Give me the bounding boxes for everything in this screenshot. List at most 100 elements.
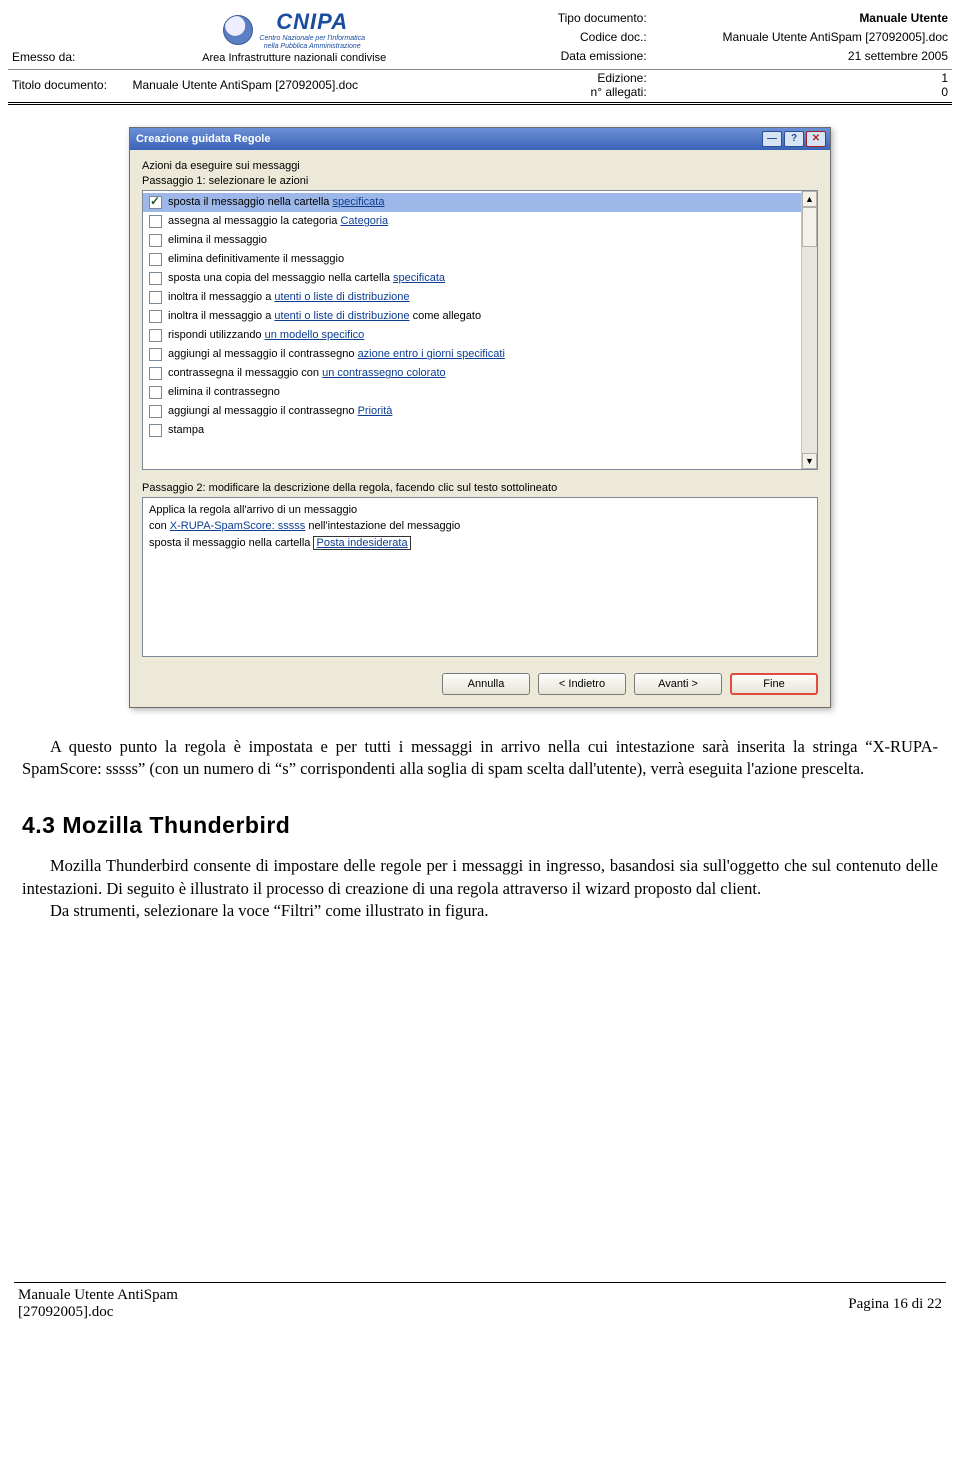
actions-listbox[interactable]: sposta il messaggio nella cartella speci… xyxy=(142,190,818,470)
action-item[interactable]: elimina il contrassegno xyxy=(143,383,801,402)
action-item-text: elimina il contrassegno xyxy=(168,386,280,398)
action-item-text: contrassegna il messaggio con un contras… xyxy=(168,367,446,379)
action-item-text: stampa xyxy=(168,424,204,436)
rule-description-box[interactable]: Applica la regola all'arrivo di un messa… xyxy=(142,497,818,657)
logo-title: CNIPA xyxy=(276,9,348,34)
paragraph-2: Mozilla Thunderbird consente di impostar… xyxy=(22,855,938,900)
action-item-text: elimina definitivamente il messaggio xyxy=(168,253,344,265)
action-item-text: inoltra il messaggio a utenti o liste di… xyxy=(168,310,481,322)
help-button[interactable]: ? xyxy=(784,131,804,147)
checkbox[interactable] xyxy=(149,424,162,437)
heading-4-3: 4.3 Mozilla Thunderbird xyxy=(22,810,938,841)
footer-left-1: Manuale Utente AntiSpam xyxy=(18,1287,178,1304)
logo-sub2: nella Pubblica Amministrazione xyxy=(259,43,365,51)
finish-button[interactable]: Fine xyxy=(730,673,818,695)
action-item[interactable]: elimina definitivamente il messaggio xyxy=(143,250,801,269)
action-item-link[interactable]: Categoria xyxy=(340,215,388,227)
action-item-link[interactable]: specificata xyxy=(332,196,384,208)
paragraph-3: Da strumenti, selezionare la voce “Filtr… xyxy=(22,900,938,922)
data-emissione-label: Data emissione: xyxy=(460,46,651,65)
checkbox[interactable] xyxy=(149,405,162,418)
action-item[interactable]: rispondi utilizzando un modello specific… xyxy=(143,326,801,345)
scroll-up-button[interactable]: ▲ xyxy=(802,191,817,207)
checkbox[interactable] xyxy=(149,386,162,399)
checkbox[interactable] xyxy=(149,272,162,285)
back-button[interactable]: < Indietro xyxy=(538,673,626,695)
allegati-label: n° allegati: xyxy=(464,85,647,99)
rules-wizard-dialog: Creazione guidata Regole — ? ✕ Azioni da… xyxy=(129,127,831,708)
action-item-text: sposta il messaggio nella cartella speci… xyxy=(168,196,384,208)
checkbox[interactable] xyxy=(149,329,162,342)
codice-doc-value: Manuale Utente AntiSpam [27092005].doc xyxy=(651,27,952,46)
desc-line-1: Applica la regola all'arrivo di un messa… xyxy=(149,502,811,519)
scroll-down-button[interactable]: ▼ xyxy=(802,453,817,469)
desc-line-3: sposta il messaggio nella cartella Posta… xyxy=(149,535,811,552)
action-item-link[interactable]: un contrassegno colorato xyxy=(322,367,446,379)
scrollbar[interactable]: ▲ ▼ xyxy=(801,191,817,469)
dialog-title: Creazione guidata Regole xyxy=(136,133,760,145)
action-item[interactable]: assegna al messaggio la categoria Catego… xyxy=(143,212,801,231)
step2-label: Passaggio 2: modificare la descrizione d… xyxy=(142,482,818,494)
desc-link-header[interactable]: X-RUPA-SpamScore: sssss xyxy=(170,520,306,532)
paragraph-1: A questo punto la regola è impostata e p… xyxy=(22,736,938,781)
tipo-documento-value: Manuale Utente xyxy=(651,8,952,27)
titolo-documento-label: Titolo documento: xyxy=(8,69,129,100)
edizione-value: 1 xyxy=(655,71,948,85)
tipo-documento-label: Tipo documento: xyxy=(460,8,651,27)
action-item-link[interactable]: Priorità xyxy=(358,405,393,417)
checkbox[interactable] xyxy=(149,196,162,209)
action-item-text: inoltra il messaggio a utenti o liste di… xyxy=(168,291,410,303)
action-item[interactable]: contrassegna il messaggio con un contras… xyxy=(143,364,801,383)
desc-line-2: con X-RUPA-SpamScore: sssss nell'intesta… xyxy=(149,518,811,535)
checkbox[interactable] xyxy=(149,234,162,247)
minimize-button[interactable]: — xyxy=(762,131,782,147)
action-item[interactable]: aggiungi al messaggio il contrassegno az… xyxy=(143,345,801,364)
checkbox[interactable] xyxy=(149,367,162,380)
checkbox[interactable] xyxy=(149,310,162,323)
document-body: A questo punto la regola è impostata e p… xyxy=(8,736,952,922)
action-item[interactable]: sposta una copia del messaggio nella car… xyxy=(143,269,801,288)
step1-label: Passaggio 1: selezionare le azioni xyxy=(142,175,818,187)
actions-section-label: Azioni da eseguire sui messaggi xyxy=(142,160,818,172)
action-item[interactable]: inoltra il messaggio a utenti o liste di… xyxy=(143,288,801,307)
action-item-link[interactable]: utenti o liste di distribuzione xyxy=(274,310,409,322)
close-button[interactable]: ✕ xyxy=(806,131,826,147)
cancel-button[interactable]: Annulla xyxy=(442,673,530,695)
action-item-text: elimina il messaggio xyxy=(168,234,267,246)
action-item-text: rispondi utilizzando un modello specific… xyxy=(168,329,364,341)
action-item-text: sposta una copia del messaggio nella car… xyxy=(168,272,445,284)
checkbox[interactable] xyxy=(149,291,162,304)
action-item-text: assegna al messaggio la categoria Catego… xyxy=(168,215,388,227)
action-item[interactable]: sposta il messaggio nella cartella speci… xyxy=(143,193,801,212)
dialog-titlebar: Creazione guidata Regole — ? ✕ xyxy=(130,128,830,150)
action-item-link[interactable]: un modello specifico xyxy=(265,329,365,341)
footer-page-number: Pagina 16 di 22 xyxy=(848,1296,942,1313)
logo-sub1: Centro Nazionale per l'Informatica xyxy=(259,35,365,43)
footer-left-2: [27092005].doc xyxy=(18,1304,178,1321)
next-button[interactable]: Avanti > xyxy=(634,673,722,695)
action-item[interactable]: aggiungi al messaggio il contrassegno Pr… xyxy=(143,402,801,421)
checkbox[interactable] xyxy=(149,253,162,266)
page-footer: Manuale Utente AntiSpam [27092005].doc P… xyxy=(8,1283,952,1333)
action-item[interactable]: stampa xyxy=(143,421,801,440)
action-item-text: aggiungi al messaggio il contrassegno Pr… xyxy=(168,405,392,417)
action-item-link[interactable]: azione entro i giorni specificati xyxy=(358,348,505,360)
edizione-label: Edizione: xyxy=(464,71,647,85)
data-emissione-value: 21 settembre 2005 xyxy=(651,46,952,65)
document-header: Emesso da: CNIPA Centro Nazionale per l'… xyxy=(8,8,952,105)
titolo-documento-value: Manuale Utente AntiSpam [27092005].doc xyxy=(129,69,460,100)
checkbox[interactable] xyxy=(149,215,162,228)
codice-doc-label: Codice doc.: xyxy=(460,27,651,46)
allegati-value: 0 xyxy=(655,85,948,99)
action-item-link[interactable]: specificata xyxy=(393,272,445,284)
desc-link-folder[interactable]: Posta indesiderata xyxy=(313,536,410,550)
scroll-thumb[interactable] xyxy=(802,207,817,247)
action-item[interactable]: elimina il messaggio xyxy=(143,231,801,250)
emesso-da-label: Emesso da: xyxy=(8,8,129,65)
action-item-text: aggiungi al messaggio il contrassegno az… xyxy=(168,348,505,360)
action-item-link[interactable]: utenti o liste di distribuzione xyxy=(274,291,409,303)
area-label: Area Infrastrutture nazionali condivise xyxy=(202,52,386,64)
action-item[interactable]: inoltra il messaggio a utenti o liste di… xyxy=(143,307,801,326)
checkbox[interactable] xyxy=(149,348,162,361)
emblem-icon xyxy=(223,15,253,45)
